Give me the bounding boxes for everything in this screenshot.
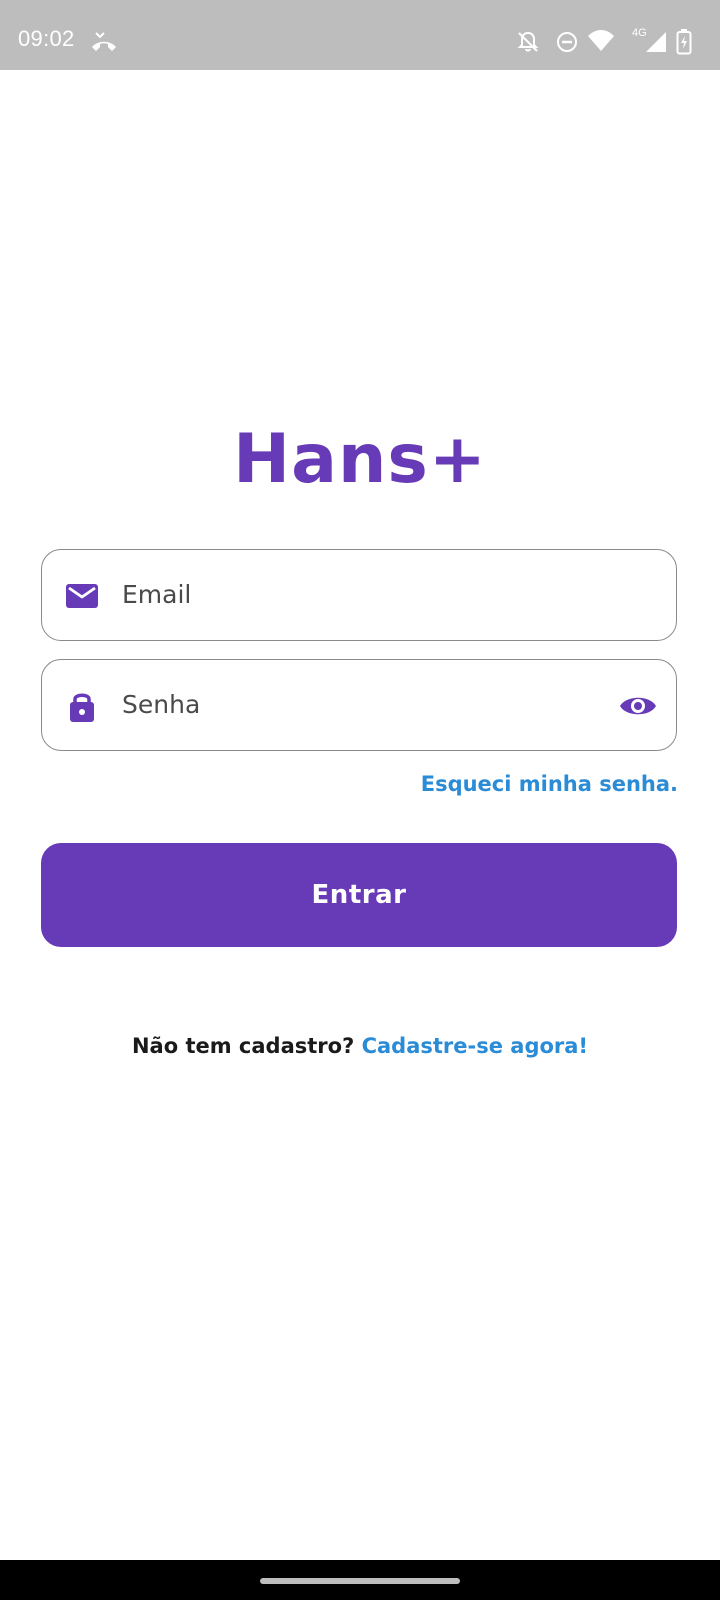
navigation-bar — [0, 1560, 720, 1600]
mail-icon — [66, 584, 98, 608]
status-time: 09:02 — [18, 26, 75, 51]
cell-signal-icon — [646, 32, 666, 52]
email-field[interactable] — [41, 549, 677, 641]
password-field[interactable] — [41, 659, 677, 751]
signup-row: Não tem cadastro? Cadastre-se agora! — [0, 1034, 720, 1058]
home-indicator[interactable] — [260, 1578, 460, 1584]
lock-icon — [70, 693, 94, 722]
login-button[interactable]: Entrar — [41, 843, 677, 947]
email-input[interactable] — [122, 550, 562, 639]
eye-icon[interactable] — [618, 686, 658, 726]
password-input[interactable] — [122, 660, 562, 749]
do-not-disturb-icon — [557, 32, 577, 52]
battery-charging-icon — [676, 29, 692, 55]
forgot-password-link[interactable]: Esqueci minha senha. — [421, 772, 678, 796]
app-title: Hans+ — [233, 420, 487, 499]
bell-off-icon — [517, 31, 539, 52]
status-bar: 09:02 4G — [0, 0, 720, 70]
signup-link[interactable]: Cadastre-se agora! — [362, 1034, 588, 1058]
missed-call-icon — [92, 32, 116, 51]
signup-prompt: Não tem cadastro? — [131, 1034, 362, 1058]
wifi-icon — [588, 30, 614, 51]
